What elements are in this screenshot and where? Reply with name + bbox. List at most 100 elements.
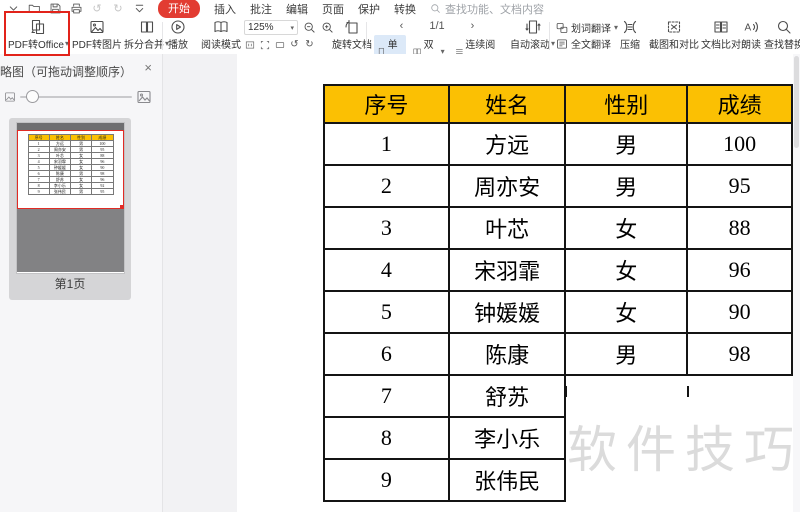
prev-page-icon[interactable]: ‹ bbox=[400, 20, 404, 32]
table-header-cell: 姓名 bbox=[447, 84, 567, 124]
table-cell: 4 bbox=[323, 248, 450, 292]
table-cell: 98 bbox=[686, 332, 793, 376]
read-aloud-button[interactable]: A 朗读 bbox=[741, 19, 761, 51]
svg-text:A: A bbox=[745, 23, 752, 34]
table-cell: 96 bbox=[686, 248, 793, 292]
menu-tab-2[interactable]: 插入 bbox=[214, 1, 236, 17]
find-replace-icon bbox=[777, 20, 791, 34]
dropdown-arrow-icon: ▾ bbox=[614, 23, 619, 32]
next-page-icon[interactable]: › bbox=[471, 20, 475, 32]
table-border-stub bbox=[565, 386, 567, 397]
table-cell: 2 bbox=[323, 164, 450, 208]
screenshot-compare-label: 截图和对比 bbox=[649, 40, 699, 51]
table-cell: 张伟民 bbox=[447, 458, 567, 502]
toolbar-separator bbox=[162, 22, 163, 50]
close-icon[interactable]: × bbox=[144, 61, 152, 74]
compress-label: 压缩 bbox=[620, 40, 640, 51]
open-folder-icon[interactable] bbox=[27, 2, 41, 15]
toolbar-separator bbox=[366, 22, 367, 50]
read-mode-button[interactable]: 阅读模式 bbox=[201, 19, 241, 51]
table-row: 9 张伟民 bbox=[323, 458, 792, 502]
menu-tab-7[interactable]: 转换 bbox=[394, 1, 416, 17]
menu-tab-6[interactable]: 保护 bbox=[358, 1, 380, 17]
table-cell: 5 bbox=[323, 290, 450, 334]
pdf-page[interactable]: 软件技巧 序号 姓名 性别 成绩 1 方远男 100 2 周亦安男 95 3 叶芯女 88 4 宋羽霏女 96… bbox=[237, 54, 794, 512]
wps-pdf-window: ↺ ↻ 开始 插入 批注 编辑 页面 保护 转换 查找功能、文档内容 PDF转Office ▾… bbox=[0, 0, 800, 512]
zoom-level-select[interactable]: 125% ▾ bbox=[244, 20, 298, 35]
slider-handle[interactable] bbox=[26, 90, 39, 103]
play-button[interactable]: 播放 bbox=[168, 19, 188, 51]
thumbnail-panel-title: 缩略图（可拖动调整顺序） bbox=[0, 65, 133, 79]
fit-page-icon[interactable] bbox=[259, 39, 270, 50]
page-navigation-cluster: ‹ 1/1 › 单页 双页▾ 连续阅读 bbox=[374, 20, 500, 67]
customize-toolbar-icon[interactable] bbox=[132, 2, 146, 15]
pdf-to-image-button[interactable]: PDF转图片 bbox=[72, 19, 122, 51]
rotate-left-icon[interactable]: ↺ bbox=[289, 39, 300, 50]
table-cell: 钟媛媛 bbox=[447, 290, 567, 334]
word-translate-icon bbox=[556, 22, 568, 33]
word-translate-label: 划词翻译 bbox=[571, 24, 611, 35]
search-box[interactable]: 查找功能、文档内容 bbox=[430, 1, 544, 17]
actual-size-icon[interactable] bbox=[244, 39, 255, 50]
table-row: 6 陈康男 98 bbox=[323, 332, 793, 376]
menu-tabs: 开始 插入 批注 编辑 页面 保护 转换 bbox=[158, 0, 416, 18]
rotate-right-icon[interactable]: ↻ bbox=[304, 39, 315, 50]
screenshot-icon bbox=[667, 21, 681, 33]
table-cell: 6 bbox=[323, 332, 450, 376]
thumbnail-table: 序号 姓名 性别 成绩 1 方远男 100 2 周亦安男 95 3 叶芯女 88 4 宋羽霏女 96 5 钟媛媛女… bbox=[27, 134, 114, 195]
menu-tab-3[interactable]: 批注 bbox=[250, 1, 272, 17]
screenshot-compare-button[interactable]: 截图和对比 bbox=[649, 19, 699, 51]
fit-width-icon[interactable] bbox=[274, 39, 285, 50]
read-aloud-label: 朗读 bbox=[741, 40, 761, 51]
table-border-stub bbox=[687, 386, 689, 397]
search-placeholder: 查找功能、文档内容 bbox=[445, 3, 544, 16]
doc-compare-icon bbox=[714, 21, 728, 33]
menu-tab-5[interactable]: 页面 bbox=[322, 1, 344, 17]
play-icon bbox=[171, 20, 185, 34]
translate-cluster: 划词翻译 ▾ 全文翻译 bbox=[556, 20, 620, 51]
score-table: 序号 姓名 性别 成绩 1 方远男 100 2 周亦安男 95 3 叶芯女 88 4 宋羽霏女 96 5 钟媛媛女… bbox=[323, 84, 793, 502]
table-cell: 男 bbox=[69, 188, 93, 195]
collapse-ribbon-icon[interactable] bbox=[6, 2, 20, 15]
toolbar-separator bbox=[549, 22, 550, 50]
table-row: 7 舒苏 bbox=[323, 374, 792, 418]
scrollbar-thumb[interactable] bbox=[794, 56, 799, 148]
table-cell: 陈康 bbox=[447, 332, 567, 376]
print-icon[interactable] bbox=[69, 2, 83, 15]
page-indicator: 1/1 bbox=[429, 20, 445, 32]
table-header-cell: 序号 bbox=[323, 84, 450, 124]
thumbnail-page-header-strip bbox=[17, 123, 124, 130]
redo-icon[interactable]: ↻ bbox=[111, 2, 125, 15]
menu-tab-4[interactable]: 编辑 bbox=[286, 1, 308, 17]
table-cell: 88 bbox=[686, 206, 793, 250]
zoom-cluster: 125% ▾ ↺ ↻ bbox=[244, 20, 340, 51]
table-row: 5 钟媛媛女 90 bbox=[323, 290, 793, 334]
split-merge-icon bbox=[140, 21, 153, 33]
save-icon[interactable] bbox=[48, 2, 62, 15]
table-cell: 3 bbox=[323, 206, 450, 250]
read-aloud-icon: A bbox=[745, 21, 758, 34]
undo-icon[interactable]: ↺ bbox=[90, 2, 104, 15]
menu-bar: ↺ ↻ 开始 插入 批注 编辑 页面 保护 转换 查找功能、文档内容 bbox=[0, 0, 800, 18]
menu-tab-1[interactable]: 开始 bbox=[158, 0, 200, 18]
table-cell bbox=[687, 375, 792, 417]
find-replace-button[interactable]: 查找替换 bbox=[764, 19, 800, 51]
full-translate-label: 全文翻译 bbox=[571, 40, 611, 51]
compress-button[interactable]: 压缩 bbox=[620, 19, 640, 51]
pdf-to-office-button[interactable]: PDF转Office ▾ bbox=[8, 19, 69, 51]
split-merge-label: 拆分合并 bbox=[124, 40, 164, 51]
table-cell: 男 bbox=[564, 164, 689, 208]
doc-compare-button[interactable]: 文档比对 bbox=[701, 19, 741, 51]
full-translate-icon bbox=[557, 38, 567, 49]
book-icon bbox=[214, 21, 228, 33]
full-translate-button[interactable]: 全文翻译 bbox=[556, 36, 620, 51]
page-thumbnail[interactable]: 序号 姓名 性别 成绩 1 方远男 100 2 周亦安男 95 3 叶芯女 88 4 宋羽霏女 96 5 钟媛媛女… bbox=[9, 118, 131, 300]
thumbnail-selection-handle bbox=[120, 205, 124, 209]
table-cell: 方远 bbox=[447, 122, 567, 166]
quick-access-toolbar: ↺ ↻ bbox=[6, 2, 146, 15]
word-translate-button[interactable]: 划词翻译 ▾ bbox=[556, 20, 620, 35]
thumbnail-page-label: 第1页 bbox=[54, 277, 86, 291]
table-cell: 100 bbox=[686, 122, 793, 166]
zoom-out-icon[interactable] bbox=[303, 21, 316, 34]
table-cell: 女 bbox=[564, 248, 689, 292]
